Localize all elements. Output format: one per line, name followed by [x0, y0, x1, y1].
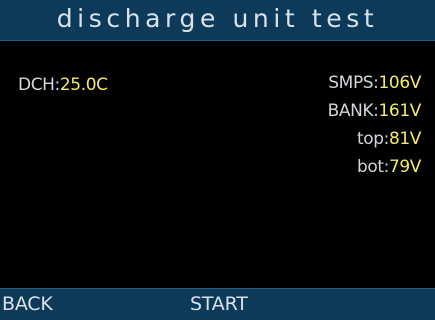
bank-label: BANK:: [327, 101, 379, 121]
bank-readout: BANK:161V: [261, 100, 422, 128]
device-screen: discharge unit test DCH:25.0C SMPS:106V …: [0, 0, 435, 320]
bot-value: 79V: [388, 157, 421, 177]
top-readout: top:81V: [261, 128, 421, 156]
bot-label: bot:: [356, 157, 389, 177]
dch-temperature-readout: DCH:25.0C: [18, 74, 108, 96]
smps-readout: SMPS:106V: [261, 72, 421, 100]
dch-value: 25.0C: [59, 75, 108, 95]
back-button[interactable]: BACK: [2, 292, 53, 316]
dch-label: DCH:: [18, 75, 60, 95]
page-title: discharge unit test: [56, 4, 379, 33]
smps-label: SMPS:: [328, 73, 379, 93]
start-button[interactable]: START: [190, 292, 248, 316]
smps-value: 106V: [378, 73, 422, 93]
top-label: top:: [356, 129, 389, 149]
top-value: 81V: [388, 129, 421, 149]
voltage-readings: SMPS:106V BANK:161V top:81V bot:79V: [261, 72, 422, 184]
bank-value: 161V: [378, 101, 422, 121]
softkey-bar: BACK START: [0, 288, 435, 320]
bot-readout: bot:79V: [261, 156, 421, 184]
title-bar: discharge unit test: [0, 0, 435, 41]
